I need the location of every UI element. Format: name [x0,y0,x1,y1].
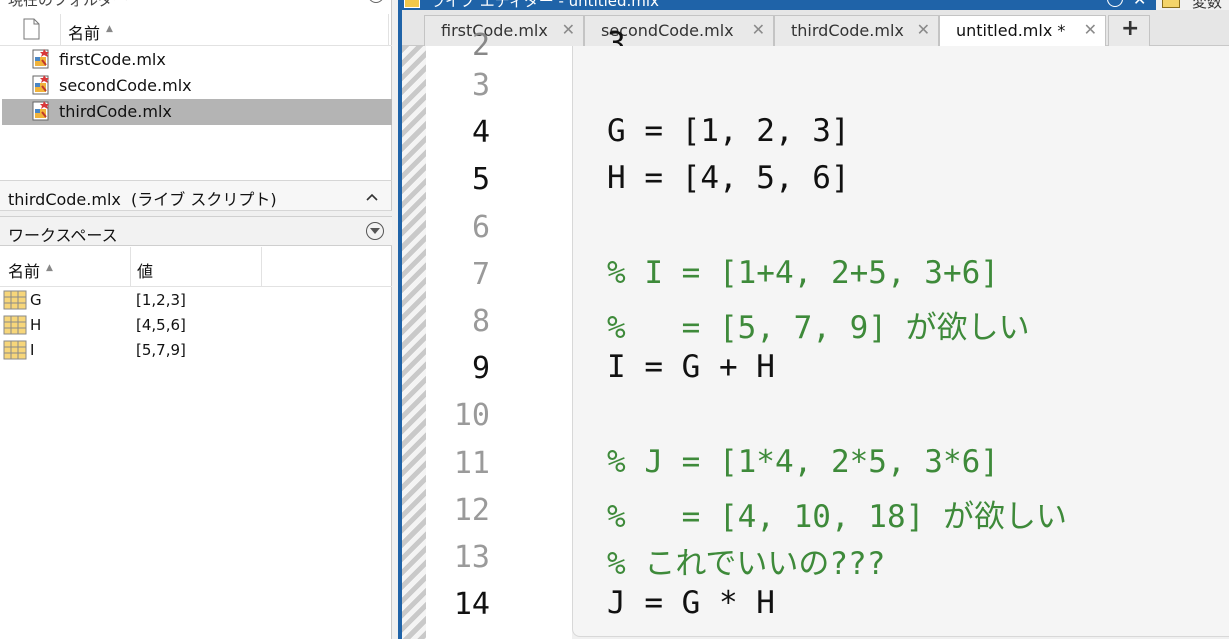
column-divider [261,247,262,287]
file-row-thirdcode[interactable]: thirdCode.mlx [2,99,392,125]
line-number: 11 [453,446,490,481]
line-number: 5 [471,162,490,197]
details-bar[interactable]: thirdCode.mlx (ライブ スクリプト) [0,180,392,211]
file-row-secondcode[interactable]: secondCode.mlx [2,73,392,99]
line-number: 2 [471,28,490,63]
workspace-title-bar: ワークスペース [0,217,392,246]
code-line[interactable]: 3 [607,26,626,46]
help-icon[interactable] [1107,0,1123,7]
file-type-icon[interactable] [22,18,40,40]
live-script-file-icon [32,101,49,121]
panel-menu-icon[interactable] [366,222,384,240]
variables-icon [1162,0,1180,8]
current-folder-title: 現在のフォルダー [8,0,129,9]
comment-line[interactable]: % これでいいの??? [607,538,885,583]
line-number: 13 [453,540,490,575]
current-folder-title-bar: 現在のフォルダー [0,0,392,9]
file-name: thirdCode.mlx [59,102,172,121]
workspace-row-g[interactable]: G [1,2,3] [0,288,390,313]
tab-untitled[interactable]: untitled.mlx * ✕ [939,15,1106,47]
sort-ascending-icon: ▲ [46,263,53,273]
tab-close-icon[interactable]: ✕ [1084,20,1097,39]
column-divider [60,14,61,46]
live-editor-window-title: ライブ エディター - untitled.mlx [430,0,659,10]
file-row-firstcode[interactable]: firstCode.mlx [2,47,392,73]
editor-tab-strip: firstCode.mlx ✕ secondCode.mlx ✕ thirdCo… [402,10,1229,47]
matrix-variable-icon [3,290,27,310]
workspace-title: ワークスペース [8,226,118,245]
line-number: 3 [471,68,490,103]
workspace-row-i[interactable]: I [5,7,9] [0,338,390,363]
name-column-header[interactable]: 名前 [68,20,100,44]
folder-column-header: 名前 ▲ [0,14,392,46]
line-number: 4 [471,115,490,150]
collapse-chevron-icon[interactable] [365,190,379,204]
line-number: 10 [453,398,490,433]
live-editor-title-bar: ライブ エディター - untitled.mlx ✕ [398,0,1229,10]
variable-value: [5,7,9] [136,341,186,359]
tab-close-icon[interactable]: ✕ [752,20,765,39]
variable-value: [4,5,6] [136,316,186,334]
comment-line[interactable]: % = [4, 10, 18] が欲しい [607,491,1067,536]
sort-ascending-icon: ▲ [106,24,113,34]
variable-name: G [30,291,42,309]
file-name: secondCode.mlx [59,76,192,95]
live-script-file-icon [32,49,49,69]
line-number: 14 [453,587,490,622]
tab-close-icon[interactable]: ✕ [562,20,575,39]
plus-icon: + [1121,16,1140,41]
tab-close-icon[interactable]: ✕ [917,20,930,39]
code-line[interactable]: J = G * H [607,585,775,621]
matrix-variable-icon [3,340,27,360]
line-number: 7 [471,257,490,292]
line-number: 8 [471,304,490,339]
details-label: thirdCode.mlx (ライブ スクリプト) [8,190,277,209]
panel-menu-icon[interactable] [368,0,384,3]
workspace-row-h[interactable]: H [4,5,6] [0,313,390,338]
matrix-variable-icon [3,315,27,335]
variable-name: H [30,316,42,334]
comment-line[interactable]: % J = [1*4, 2*5, 3*6] [607,444,999,480]
code-line[interactable]: H = [4, 5, 6] [607,160,850,196]
line-number: 12 [453,493,490,528]
left-panel: 現在のフォルダー 名前 ▲ firstCode.mlx secondCode.m… [0,0,398,639]
live-script-file-icon [32,75,49,95]
code-line[interactable]: G = [1, 2, 3] [607,113,850,149]
value-column-header[interactable]: 値 [137,258,153,282]
line-number: 6 [471,210,490,245]
close-icon[interactable]: ✕ [1133,0,1146,9]
tab-label: thirdCode.mlx [791,21,904,40]
workspace-column-header: 名前 ▲ 値 [0,247,392,287]
live-editor-logo-icon [404,0,420,8]
column-divider [388,14,389,46]
variable-value: [1,2,3] [136,291,186,309]
current-folder-panel: 現在のフォルダー 名前 ▲ firstCode.mlx secondCode.m… [0,0,392,180]
name-column-header[interactable]: 名前 [8,258,40,282]
column-divider [130,247,131,287]
variable-name: I [30,341,35,359]
output-divider-hatch[interactable] [402,46,426,639]
workspace-panel: ワークスペース 名前 ▲ 値 G [1,2,3] H [4,5,6] I [5,… [0,216,392,639]
tab-label: untitled.mlx * [956,21,1066,40]
comment-line[interactable]: % = [5, 7, 9] が欲しい [607,302,1030,347]
add-tab-button[interactable]: + [1108,15,1150,46]
code-line[interactable]: I = G + H [607,349,775,385]
file-name: firstCode.mlx [59,50,166,69]
comment-line[interactable]: % I = [1+4, 2+5, 3+6] [607,255,999,291]
tab-thirdcode[interactable]: thirdCode.mlx ✕ [774,15,939,46]
line-number: 9 [471,351,490,386]
